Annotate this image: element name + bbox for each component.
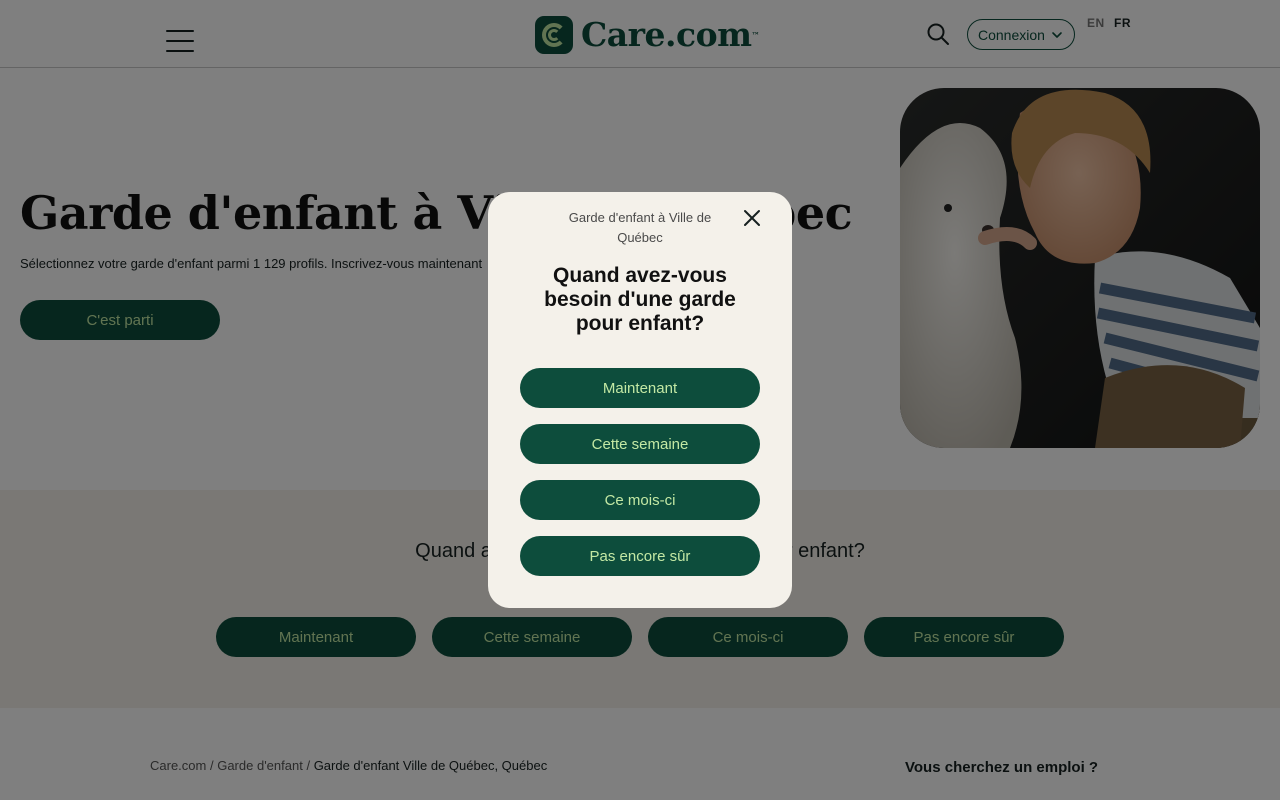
modal-option-this-month-button[interactable]: Ce mois-ci (520, 480, 760, 520)
timing-modal: Garde d'enfant à Ville de Québec Quand a… (488, 192, 792, 608)
modal-option-now-button[interactable]: Maintenant (520, 368, 760, 408)
modal-option-not-sure-button[interactable]: Pas encore sûr (520, 536, 760, 576)
close-icon[interactable] (740, 206, 764, 230)
modal-question: Quand avez-vous besoin d'une garde pour … (544, 264, 736, 335)
modal-option-this-week-button[interactable]: Cette semaine (520, 424, 760, 464)
modal-breadcrumb: Garde d'enfant à Ville de Québec (568, 210, 712, 245)
